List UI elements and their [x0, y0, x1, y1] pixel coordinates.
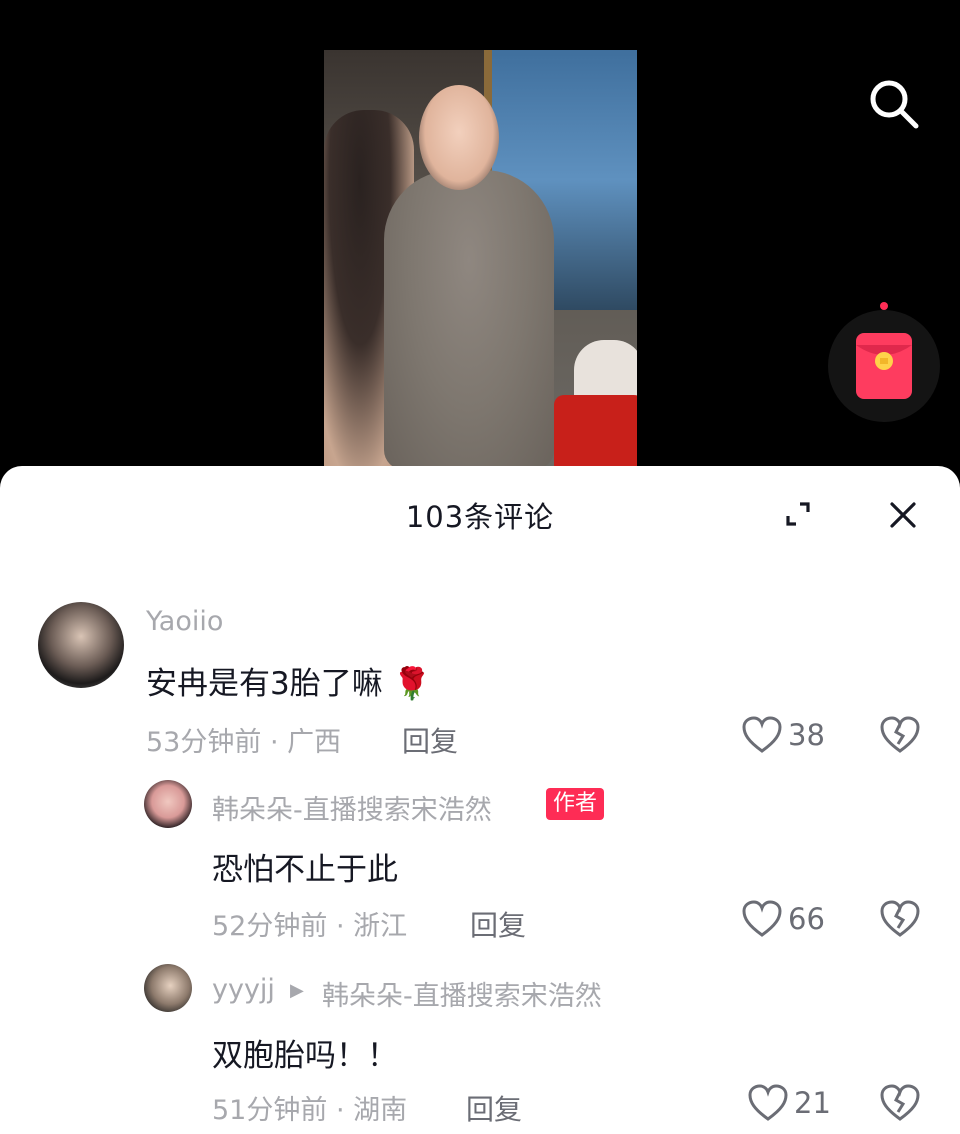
avatar[interactable] [144, 780, 192, 828]
like-button[interactable]: 38 [742, 716, 825, 754]
red-packet-indicator-dot [880, 302, 888, 310]
dislike-button[interactable] [880, 900, 920, 940]
reply-button[interactable]: 回复 [470, 904, 526, 944]
expand-button[interactable] [780, 496, 816, 532]
like-count: 66 [788, 902, 825, 936]
like-button[interactable]: 66 [742, 900, 825, 938]
reply-to-username[interactable]: 韩朵朵-直播搜索宋浩然 [322, 974, 602, 1013]
video-person-face [419, 85, 499, 190]
comment-meta: 51分钟前 · 湖南 [212, 1095, 408, 1126]
dislike-button[interactable] [880, 1084, 920, 1124]
search-button[interactable] [864, 74, 924, 134]
heart-icon [748, 1084, 788, 1121]
red-packet-button[interactable] [828, 310, 940, 422]
expand-icon [786, 502, 810, 526]
video-red-bag [554, 395, 637, 470]
like-count: 21 [794, 1086, 831, 1120]
rose-emoji: 🌹 [392, 666, 432, 702]
video-area[interactable] [0, 0, 960, 480]
close-icon [890, 502, 916, 528]
comment-count-title: 103条评论 [405, 500, 555, 534]
comment-sheet: 103条评论 Yaoiio 安冉是有3胎了嘛 🌹 53分钟前 · 广西 回复 3… [0, 466, 960, 1134]
comment-text: 恐怕不止于此 [212, 852, 398, 888]
comment-username[interactable]: Yaoiio [146, 606, 223, 637]
heart-icon [742, 900, 782, 937]
reply-button[interactable]: 回复 [402, 720, 458, 760]
video-player[interactable] [324, 50, 637, 470]
search-icon [870, 80, 919, 129]
close-button[interactable] [884, 496, 922, 534]
comment-username[interactable]: 韩朵朵-直播搜索宋浩然 [212, 788, 492, 827]
comment-text: 安冉是有3胎了嘛 🌹 [146, 658, 431, 703]
comment-meta: 53分钟前 · 广西 [146, 727, 342, 758]
like-count: 38 [788, 718, 825, 752]
author-badge: 作者 [546, 788, 605, 820]
reply-arrow-icon: ▶ [290, 980, 304, 1001]
red-envelope-icon [856, 333, 912, 399]
comment-text: 双胞胎吗！！ [212, 1038, 398, 1074]
dislike-button[interactable] [880, 716, 920, 756]
broken-heart-icon [880, 716, 920, 753]
reply-button[interactable]: 回复 [466, 1088, 522, 1128]
like-button[interactable]: 21 [748, 1084, 831, 1122]
avatar[interactable] [38, 602, 124, 688]
broken-heart-icon [880, 1084, 920, 1121]
heart-icon [742, 716, 782, 753]
comment-meta: 52分钟前 · 浙江 [212, 911, 408, 942]
avatar[interactable] [144, 964, 192, 1012]
comment-text-content: 安冉是有3胎了嘛 [146, 666, 383, 702]
comment-username[interactable]: yyyjj [212, 974, 275, 1005]
broken-heart-icon [880, 900, 920, 937]
video-person-main [384, 170, 554, 470]
